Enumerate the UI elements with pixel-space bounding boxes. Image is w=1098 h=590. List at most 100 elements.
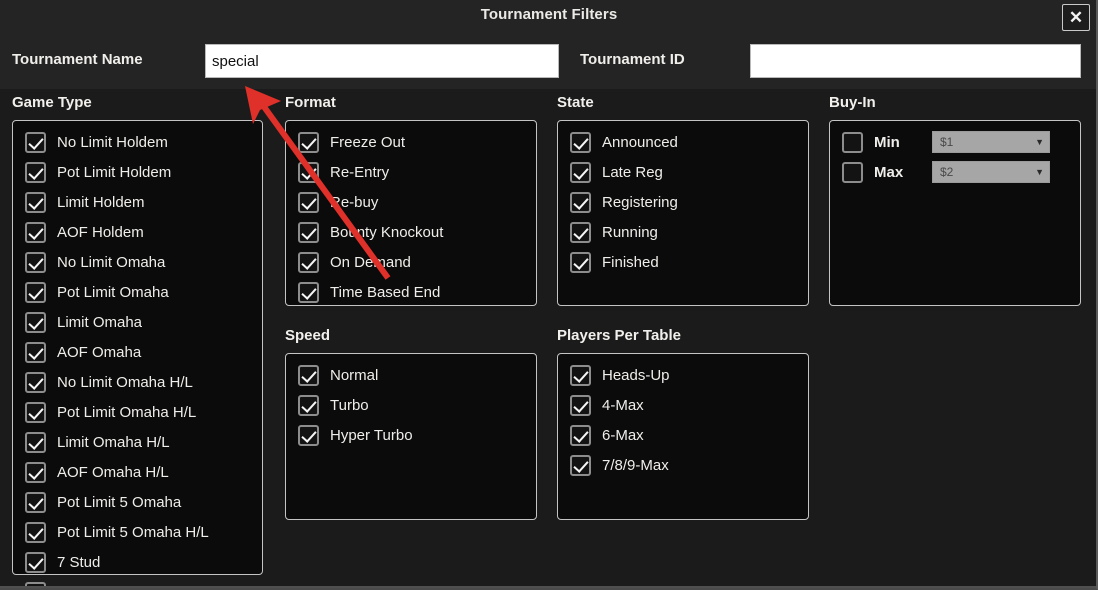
players-per-table-item-row[interactable]: 4-Max bbox=[558, 390, 808, 420]
checkbox-checked-icon[interactable] bbox=[570, 191, 591, 213]
checkbox-checked-icon[interactable] bbox=[298, 394, 319, 416]
checkbox-checked-icon[interactable] bbox=[25, 251, 46, 273]
checkbox-checked-icon[interactable] bbox=[298, 281, 319, 303]
checkbox-checked-icon[interactable] bbox=[25, 461, 46, 483]
checkbox-checked-icon[interactable] bbox=[298, 131, 319, 153]
checkbox-checked-icon[interactable] bbox=[298, 251, 319, 273]
close-icon[interactable]: ✕ bbox=[1062, 4, 1090, 31]
state-item-row[interactable]: Registering bbox=[558, 187, 808, 217]
format-item-row[interactable]: Re-buy bbox=[286, 187, 536, 217]
checkbox-checked-icon[interactable] bbox=[25, 521, 46, 543]
state-item-row[interactable]: Running bbox=[558, 217, 808, 247]
checkbox-checked-icon[interactable] bbox=[25, 221, 46, 243]
speed-item-row[interactable]: Turbo bbox=[286, 390, 536, 420]
format-item-label: Re-buy bbox=[330, 193, 379, 211]
checkbox-checked-icon[interactable] bbox=[570, 454, 591, 476]
checkbox-checked-icon[interactable] bbox=[25, 551, 46, 573]
format-item-row[interactable]: Re-Entry bbox=[286, 157, 536, 187]
game-type-item-row[interactable]: No Limit Holdem bbox=[13, 127, 262, 157]
speed-list: Normal Turbo Hyper Turbo bbox=[286, 354, 536, 450]
players-per-table-group: Heads-Up 4-Max 6-Max 7/8/9-Max bbox=[557, 353, 809, 520]
game-type-item-row[interactable]: 7 Stud bbox=[13, 547, 262, 577]
game-type-item-label: Pot Limit Omaha H/L bbox=[57, 403, 197, 421]
game-type-item-row[interactable]: Pot Limit 5 Omaha bbox=[13, 487, 262, 517]
game-type-item-label: Pot Limit 5 Omaha bbox=[57, 493, 182, 511]
buy-in-row-label: Min bbox=[874, 133, 900, 151]
players-per-table-heading: Players Per Table bbox=[557, 327, 681, 344]
checkbox-checked-icon[interactable] bbox=[298, 364, 319, 386]
game-type-item-row[interactable]: No Limit Omaha bbox=[13, 247, 262, 277]
format-item-row[interactable]: Time Based End bbox=[286, 277, 536, 307]
players-per-table-item-row[interactable]: Heads-Up bbox=[558, 360, 808, 390]
game-type-item-label: AOF Holdem bbox=[57, 223, 144, 241]
buy-in-amount-select[interactable]: $2 ▼ bbox=[932, 161, 1050, 183]
buy-in-row: Min $1 ▼ bbox=[830, 127, 1080, 157]
checkbox-checked-icon[interactable] bbox=[570, 161, 591, 183]
game-type-item-row[interactable]: 7 Stud Hi/Lo bbox=[13, 577, 262, 588]
speed-item-label: Normal bbox=[330, 366, 379, 384]
game-type-item-row[interactable]: Limit Omaha bbox=[13, 307, 262, 337]
speed-item-row[interactable]: Hyper Turbo bbox=[286, 420, 536, 450]
checkbox-checked-icon[interactable] bbox=[25, 431, 46, 453]
checkbox-checked-icon[interactable] bbox=[25, 311, 46, 333]
checkbox-unchecked-icon[interactable] bbox=[842, 161, 863, 183]
game-type-item-row[interactable]: Limit Holdem bbox=[13, 187, 262, 217]
game-type-item-row[interactable]: AOF Omaha H/L bbox=[13, 457, 262, 487]
checkbox-checked-icon[interactable] bbox=[570, 364, 591, 386]
window-bottom-edge bbox=[0, 586, 1096, 588]
checkbox-checked-icon[interactable] bbox=[25, 281, 46, 303]
format-item-row[interactable]: Freeze Out bbox=[286, 127, 536, 157]
checkbox-checked-icon[interactable] bbox=[298, 191, 319, 213]
title-bar: Tournament Filters ✕ bbox=[0, 0, 1096, 35]
checkbox-checked-icon[interactable] bbox=[25, 341, 46, 363]
checkbox-checked-icon[interactable] bbox=[25, 371, 46, 393]
checkbox-unchecked-icon[interactable] bbox=[842, 131, 863, 153]
checkbox-checked-icon[interactable] bbox=[25, 491, 46, 513]
checkbox-checked-icon[interactable] bbox=[25, 131, 46, 153]
format-item-row[interactable]: Bounty Knockout bbox=[286, 217, 536, 247]
game-type-item-row[interactable]: Limit Omaha H/L bbox=[13, 427, 262, 457]
players-per-table-item-label: 6-Max bbox=[602, 426, 644, 444]
buy-in-heading: Buy-In bbox=[829, 94, 876, 111]
game-type-list: No Limit Holdem Pot Limit Holdem Limit Hol… bbox=[13, 121, 262, 588]
checkbox-checked-icon[interactable] bbox=[25, 191, 46, 213]
state-item-row[interactable]: Announced bbox=[558, 127, 808, 157]
buy-in-row-label: Max bbox=[874, 163, 904, 181]
players-per-table-item-row[interactable]: 7/8/9-Max bbox=[558, 450, 808, 480]
checkbox-checked-icon[interactable] bbox=[25, 401, 46, 423]
checkbox-checked-icon[interactable] bbox=[570, 424, 591, 446]
game-type-item-row[interactable]: AOF Holdem bbox=[13, 217, 262, 247]
checkbox-checked-icon[interactable] bbox=[570, 221, 591, 243]
speed-item-label: Turbo bbox=[330, 396, 369, 414]
format-group: Freeze Out Re-Entry Re-buy Bounty Knockout O… bbox=[285, 120, 537, 306]
game-type-item-row[interactable]: Pot Limit 5 Omaha H/L bbox=[13, 517, 262, 547]
tournament-id-input[interactable] bbox=[750, 44, 1081, 78]
players-per-table-item-row[interactable]: 6-Max bbox=[558, 420, 808, 450]
buy-in-group: Min $1 ▼ Max $2 ▼ bbox=[829, 120, 1081, 306]
format-heading: Format bbox=[285, 94, 336, 111]
game-type-item-label: AOF Omaha H/L bbox=[57, 463, 169, 481]
checkbox-checked-icon[interactable] bbox=[298, 424, 319, 446]
checkbox-checked-icon[interactable] bbox=[298, 221, 319, 243]
game-type-item-row[interactable]: No Limit Omaha H/L bbox=[13, 367, 262, 397]
players-per-table-item-label: Heads-Up bbox=[602, 366, 670, 384]
game-type-group: No Limit Holdem Pot Limit Holdem Limit Hol… bbox=[12, 120, 263, 588]
game-type-item-label: 7 Stud bbox=[57, 553, 101, 571]
game-type-item-row[interactable]: Pot Limit Omaha H/L bbox=[13, 397, 262, 427]
speed-item-row[interactable]: Normal bbox=[286, 360, 536, 390]
speed-item-label: Hyper Turbo bbox=[330, 426, 413, 444]
buy-in-amount-select[interactable]: $1 ▼ bbox=[932, 131, 1050, 153]
chevron-down-icon: ▼ bbox=[1035, 167, 1044, 177]
game-type-item-row[interactable]: AOF Omaha bbox=[13, 337, 262, 367]
format-item-row[interactable]: On Demand bbox=[286, 247, 536, 277]
state-item-row[interactable]: Finished bbox=[558, 247, 808, 277]
tournament-name-input[interactable] bbox=[205, 44, 559, 78]
checkbox-checked-icon[interactable] bbox=[570, 131, 591, 153]
checkbox-checked-icon[interactable] bbox=[298, 161, 319, 183]
state-item-row[interactable]: Late Reg bbox=[558, 157, 808, 187]
checkbox-checked-icon[interactable] bbox=[25, 161, 46, 183]
checkbox-checked-icon[interactable] bbox=[570, 251, 591, 273]
game-type-item-row[interactable]: Pot Limit Omaha bbox=[13, 277, 262, 307]
checkbox-checked-icon[interactable] bbox=[570, 394, 591, 416]
game-type-item-row[interactable]: Pot Limit Holdem bbox=[13, 157, 262, 187]
